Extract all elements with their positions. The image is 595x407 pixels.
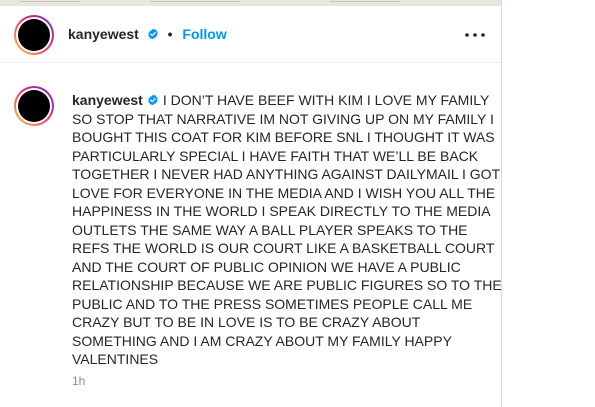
post-timestamp[interactable]: 1h	[72, 374, 85, 388]
profile-avatar[interactable]	[14, 15, 54, 55]
caption-avatar[interactable]	[14, 86, 54, 126]
caption-text-line: REFS THE WORLD IS OUR COURT LIKE A BASKE…	[72, 240, 495, 256]
caption-text-line: HAPPINESS IN THE WORLD I SPEAK DIRECTLY …	[72, 203, 491, 219]
caption-text-line: AND THE COURT OF PUBLIC OPINION WE HAVE …	[72, 258, 461, 275]
caption-username[interactable]: kanyewest	[72, 92, 143, 108]
caption-text-line: RELATIONSHIP BECAUSE WE ARE PUBLIC FIGUR…	[72, 277, 502, 293]
caption-text-line: PARTICULARLY SPECIAL I HAVE FAITH THAT W…	[72, 147, 479, 164]
caption-text-line: BOUGHT THIS COAT FOR KIM BEFORE SNL I TH…	[72, 129, 495, 145]
caption-first-line: kanyewest I DON’T HAVE BEEF WITH KIM I L…	[72, 91, 492, 110]
more-horizontal-icon[interactable]	[462, 31, 488, 39]
caption-text-line: PUBLIC AND TO THE PRESS SOMETIMES PEOPLE…	[72, 295, 473, 312]
post-panel: kanyewest • Follow kanyewest I DON’T HAV…	[0, 0, 502, 407]
follow-button[interactable]: Follow	[182, 26, 226, 42]
post-caption: kanyewest I DON’T HAVE BEEF WITH KIM I L…	[72, 91, 502, 369]
post-header: kanyewest • Follow	[0, 6, 501, 63]
caption-text-line: VALENTINES	[72, 351, 159, 367]
caption-text-line: SO STOP THAT NARRATIVE IM NOT GIVING UP …	[72, 110, 494, 127]
caption-text-line: OUTLETS THE SAME WAY A BALL PLAYER SPEAK…	[72, 221, 468, 238]
panel-border	[501, 0, 502, 407]
separator-dot: •	[167, 26, 173, 42]
header-user-row: kanyewest • Follow	[68, 26, 227, 42]
caption-text-line: TOGETHER I NEVER HAD ANYTHING AGAINST DA…	[72, 166, 501, 182]
verified-badge-icon	[148, 28, 158, 40]
header-username[interactable]: kanyewest	[68, 26, 139, 42]
caption-text-line: SOMETHING AND I AM CRAZY ABOUT MY FAMILY…	[72, 332, 452, 349]
caption-text-line: LOVE FOR EVERYONE IN THE MEDIA AND I WIS…	[72, 184, 496, 201]
verified-badge-icon	[148, 94, 158, 106]
caption-text-line: CRAZY BUT TO BE IN LOVE IS TO BE CRAZY A…	[72, 314, 421, 330]
caption-text-line: I DON’T HAVE BEEF WITH KIM I LOVE MY FAM…	[162, 92, 490, 108]
